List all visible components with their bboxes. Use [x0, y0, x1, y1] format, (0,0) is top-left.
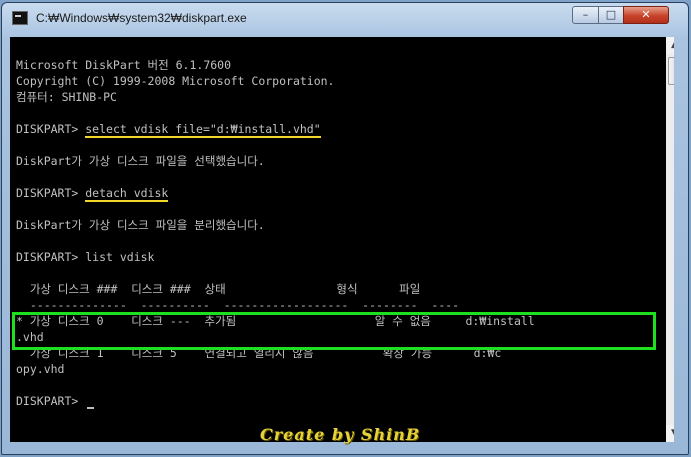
header-line: 컴퓨터: SHINB-PC	[16, 90, 117, 104]
console-output[interactable]: Microsoft DiskPart 버전 6.1.7600 Copyright…	[10, 37, 674, 442]
header-line: Copyright (C) 1999-2008 Microsoft Corpor…	[16, 74, 335, 88]
maximize-button[interactable]: □	[598, 6, 624, 24]
prompt: DISKPART>	[16, 250, 86, 264]
table-rule: -------------- ---------- --------------…	[16, 298, 460, 312]
console-window: C:₩Windows₩system32₩diskpart.exe – □ ✕ M…	[1, 2, 689, 455]
header-line: Microsoft DiskPart 버전 6.1.7600	[16, 58, 232, 72]
author-signature: Create by ShinB	[260, 425, 421, 444]
window-title: C:₩Windows₩system32₩diskpart.exe	[36, 11, 247, 25]
vertical-scrollbar[interactable]: ▲ ▼	[666, 37, 674, 442]
command-line: DISKPART> detach vdisk	[16, 185, 674, 202]
prompt: DISKPART>	[16, 186, 86, 200]
select-vdisk-command: select vdisk file="d:₩install.vhd"	[85, 122, 321, 138]
command-line: DISKPART> select vdisk file="d:₩install.…	[16, 121, 674, 138]
list-vdisk-command: list vdisk	[85, 250, 155, 264]
scroll-thumb[interactable]	[668, 57, 674, 85]
response-line: DiskPart가 가상 디스크 파일을 선택했습니다.	[16, 154, 265, 168]
console-app-icon[interactable]	[12, 11, 28, 25]
minimize-button[interactable]: –	[572, 6, 599, 24]
console-text: Microsoft DiskPart 버전 6.1.7600 Copyright…	[16, 57, 674, 409]
response-line: DiskPart가 가상 디스크 파일을 분리했습니다.	[16, 218, 265, 232]
prompt: DISKPART>	[16, 394, 86, 408]
command-line: DISKPART> list vdisk	[16, 249, 674, 265]
table-row-wrap: opy.vhd	[16, 362, 65, 376]
selected-vdisk-highlight	[12, 312, 656, 350]
close-button[interactable]: ✕	[623, 6, 669, 24]
table-header: 가상 디스크 ### 디스크 ### 상태 형식 파일	[16, 282, 421, 296]
prompt: DISKPART>	[16, 122, 86, 136]
title-bar[interactable]: C:₩Windows₩system32₩diskpart.exe – □ ✕	[2, 3, 688, 33]
final-prompt-line[interactable]: DISKPART>	[16, 393, 674, 409]
scroll-up-button[interactable]: ▲	[666, 37, 674, 54]
text-cursor	[87, 407, 95, 409]
scroll-down-button[interactable]: ▼	[666, 425, 674, 442]
detach-vdisk-command: detach vdisk	[85, 186, 169, 202]
